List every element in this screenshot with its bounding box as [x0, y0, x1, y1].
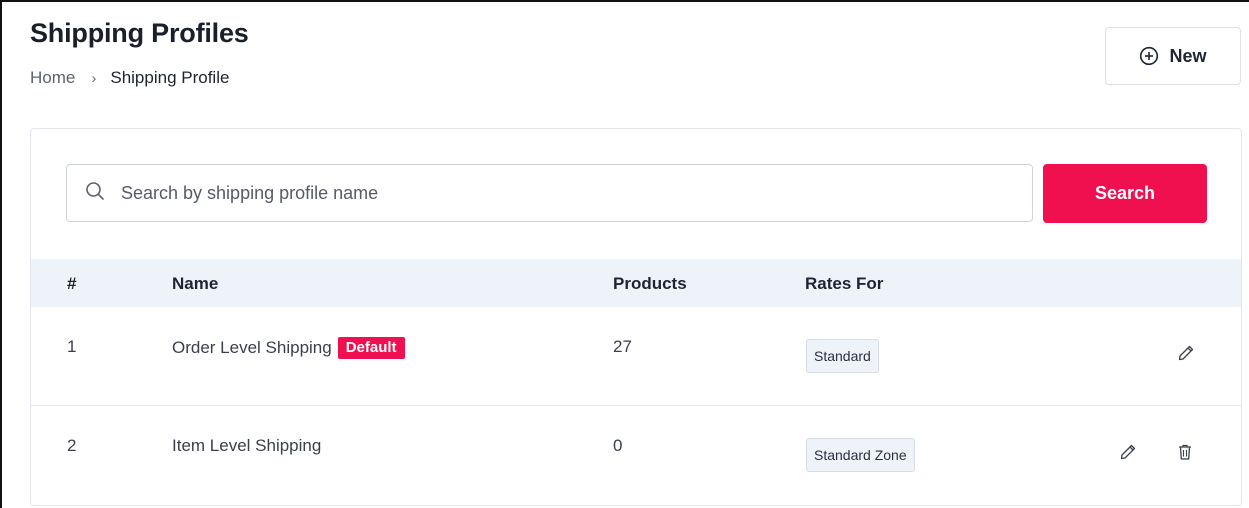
edit-icon[interactable]	[1174, 341, 1198, 365]
column-header-name: Name	[172, 274, 219, 293]
column-header-index: #	[67, 274, 77, 293]
breadcrumb-separator: ›	[91, 69, 97, 87]
edit-icon[interactable]	[1116, 440, 1140, 464]
rates-for-chip: Standard	[806, 339, 879, 373]
column-header-rates-for: Rates For	[805, 274, 884, 293]
trash-icon[interactable]	[1173, 440, 1197, 464]
breadcrumb: Home › Shipping Profile	[30, 68, 229, 88]
column-header-products: Products	[613, 274, 687, 293]
search-icon	[85, 181, 105, 206]
row-products: 27	[613, 337, 632, 356]
table-header: # Name Products Rates For	[31, 259, 1241, 307]
row-products: 0	[613, 436, 623, 455]
breadcrumb-home[interactable]: Home	[30, 68, 75, 88]
table-row[interactable]: 2 Item Level Shipping 0 Standard Zone	[31, 406, 1241, 504]
new-button-label: New	[1169, 45, 1207, 66]
plus-circle-icon	[1139, 46, 1159, 66]
row-index: 1	[67, 337, 77, 356]
row-name: Order Level Shipping Default	[172, 337, 405, 359]
row-index: 2	[67, 436, 77, 455]
search-button[interactable]: Search	[1043, 164, 1207, 223]
breadcrumb-current: Shipping Profile	[110, 68, 230, 87]
search-input[interactable]	[119, 181, 1003, 205]
profile-name[interactable]: Item Level Shipping	[172, 436, 321, 456]
profiles-card: Search # Name Products Rates For 1 Order…	[30, 128, 1242, 506]
page-title: Shipping Profiles	[30, 18, 249, 48]
table-row[interactable]: 1 Order Level Shipping Default 27 Standar…	[31, 307, 1241, 406]
default-badge: Default	[337, 337, 405, 359]
profile-name[interactable]: Order Level Shipping	[172, 338, 332, 357]
search-box	[66, 164, 1033, 222]
new-button[interactable]: New	[1105, 27, 1241, 85]
rates-for-chip: Standard Zone	[806, 438, 915, 472]
